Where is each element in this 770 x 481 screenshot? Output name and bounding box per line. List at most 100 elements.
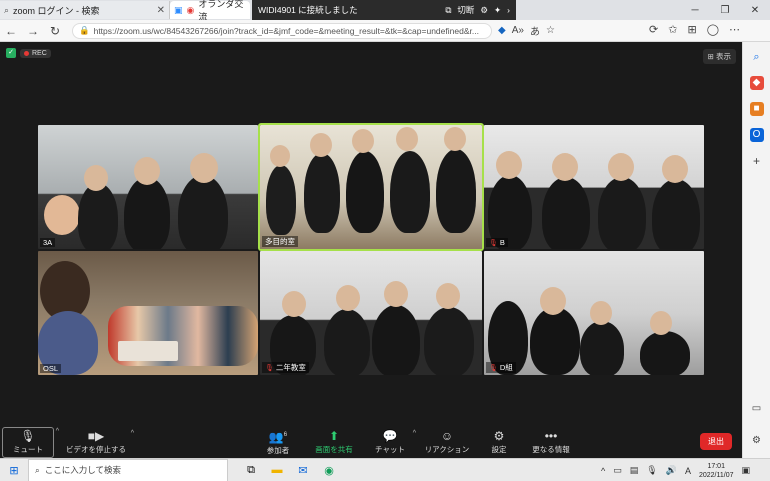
favorites-icon[interactable]: ✩ bbox=[668, 23, 677, 36]
participant-figure bbox=[124, 177, 170, 249]
refresh-extension-icon[interactable]: ⟳ bbox=[649, 23, 658, 36]
video-tile-active[interactable]: 多目的室 bbox=[258, 123, 484, 251]
microphone-icon[interactable]: 🎙 bbox=[646, 465, 657, 476]
tab-title: zoom ログイン - 検索 bbox=[13, 5, 100, 16]
participant-figure bbox=[542, 177, 590, 249]
mail-icon[interactable]: ✉ bbox=[290, 464, 316, 477]
cast-status: WIDI4901 に接続しました bbox=[258, 5, 358, 15]
volume-icon[interactable]: 🔊 bbox=[666, 465, 677, 476]
participant-figure bbox=[78, 183, 118, 249]
chevron-up-icon[interactable]: ^ bbox=[601, 466, 605, 476]
chevron-right-icon[interactable]: › bbox=[507, 5, 510, 15]
edge-browser-icon[interactable]: ◉ bbox=[316, 464, 342, 477]
microphone-icon: 🎙 bbox=[20, 428, 36, 443]
settings-button[interactable]: ⚙ 設定 bbox=[484, 430, 514, 455]
edge-sidebar: ⌕ ◆ ■ O + ▭ ⚙ bbox=[742, 42, 770, 458]
notification-icon[interactable]: ▣ bbox=[741, 465, 750, 476]
participant-face bbox=[336, 285, 360, 311]
close-window-button[interactable]: ✕ bbox=[740, 5, 770, 16]
collections-icon[interactable]: ⊞ bbox=[687, 23, 696, 36]
gear-icon[interactable]: ⚙ bbox=[480, 5, 488, 16]
ime-indicator[interactable]: A bbox=[685, 466, 691, 476]
cast-icon: ⧉ bbox=[445, 4, 452, 15]
participant-face bbox=[444, 127, 466, 151]
grid-icon: ⊞ bbox=[707, 52, 714, 61]
table bbox=[118, 341, 178, 361]
view-label: 表示 bbox=[716, 52, 731, 61]
chevron-up-icon[interactable]: ^ bbox=[56, 428, 59, 435]
leave-button[interactable]: 退出 bbox=[700, 433, 732, 450]
file-explorer-icon[interactable]: ▬ bbox=[264, 464, 290, 476]
stop-video-button[interactable]: ■▶ ビデオを停止する ^ bbox=[64, 430, 134, 455]
participant-figure bbox=[372, 305, 420, 375]
chevron-up-icon[interactable]: ^ bbox=[131, 430, 134, 437]
participants-button[interactable]: 👥6 参加者 bbox=[258, 429, 298, 456]
video-tile[interactable]: 🎙 二年教室 bbox=[260, 251, 482, 375]
tile-label: 3A bbox=[40, 238, 56, 247]
back-button[interactable]: ← bbox=[0, 24, 22, 38]
address-bar[interactable]: 🔒 https://zoom.us/wc/84543267266/join?tr… bbox=[72, 22, 492, 39]
disconnect-button[interactable]: 切断 bbox=[457, 4, 474, 16]
participant-figure bbox=[640, 331, 690, 375]
outlook-icon[interactable]: O bbox=[749, 128, 764, 142]
battery-icon[interactable]: ▭ bbox=[613, 465, 622, 476]
sidebar-toggle-icon[interactable]: ▭ bbox=[750, 402, 764, 416]
more-button[interactable]: ••• 更なる情報 bbox=[528, 430, 574, 455]
tab-meeting[interactable]: ▣ ◉ オランダ交流 bbox=[170, 0, 250, 22]
meeting-controls: 🎙 ミュート ^ ■▶ ビデオを停止する ^ 👥6 参加者 ⬆ 画面を共有 💬 … bbox=[0, 426, 742, 458]
participant-face bbox=[384, 281, 408, 307]
search-icon[interactable]: ⌕ bbox=[750, 50, 764, 64]
favorite-icon[interactable]: ☆ bbox=[546, 25, 555, 36]
video-tile[interactable]: 🎙 B bbox=[484, 125, 704, 249]
add-icon[interactable]: + bbox=[750, 154, 764, 168]
extension-icon[interactable]: ◆ bbox=[498, 25, 506, 36]
taskbar-search[interactable]: ⌕ ここに入力して検索 bbox=[28, 458, 228, 481]
participant-figure bbox=[178, 175, 228, 249]
search-placeholder: ここに入力して検索 bbox=[44, 465, 122, 475]
maximize-button[interactable]: ❐ bbox=[710, 5, 740, 16]
tab-search[interactable]: ⌕ zoom ログイン - 検索 ✕ bbox=[0, 1, 170, 19]
translate-icon[interactable]: あ bbox=[530, 23, 540, 38]
participant-face bbox=[190, 153, 218, 183]
reaction-button[interactable]: ☺ リアクション bbox=[424, 430, 470, 455]
video-tile[interactable]: 🎙 D組 bbox=[484, 251, 704, 375]
forward-button[interactable]: → bbox=[22, 24, 44, 38]
participant-figure bbox=[580, 321, 624, 375]
video-tile[interactable]: 3A bbox=[38, 125, 258, 249]
task-view-icon[interactable]: ⧉ bbox=[238, 464, 264, 477]
settings-icon[interactable]: ⚙ bbox=[750, 434, 764, 448]
rec-label: REC bbox=[32, 49, 47, 57]
read-aloud-icon[interactable]: A» bbox=[512, 25, 524, 36]
record-dot-icon bbox=[24, 50, 29, 56]
clock[interactable]: 17:01 2022/11/07 bbox=[699, 462, 734, 480]
search-icon: ⌕ bbox=[4, 4, 10, 15]
participant-figure bbox=[390, 151, 430, 233]
participant-face bbox=[552, 153, 578, 181]
view-button[interactable]: ⊞ 表示 bbox=[702, 49, 736, 64]
profile-avatar[interactable]: ◯ bbox=[707, 23, 719, 36]
participant-figure bbox=[436, 149, 476, 233]
rec-badge[interactable]: REC bbox=[20, 48, 51, 58]
search-icon: ⌕ bbox=[35, 464, 40, 475]
mute-button[interactable]: 🎙 ミュート ^ bbox=[2, 426, 59, 458]
browser-toolbar: ← → ↻ 🔒 https://zoom.us/wc/84543267266/j… bbox=[0, 20, 770, 42]
reload-button[interactable]: ↻ bbox=[44, 24, 66, 38]
network-icon[interactable]: ▤ bbox=[630, 465, 639, 476]
window-controls: ─ ❐ ✕ bbox=[680, 0, 770, 20]
minimize-button[interactable]: ─ bbox=[680, 5, 710, 16]
share-screen-button[interactable]: ⬆ 画面を共有 bbox=[312, 430, 356, 455]
office-icon[interactable]: ■ bbox=[749, 102, 764, 116]
windows-start-icon[interactable]: ⊞ bbox=[0, 464, 28, 477]
chat-button[interactable]: 💬 チャット ^ bbox=[370, 430, 416, 455]
shopping-icon[interactable]: ◆ bbox=[749, 76, 764, 90]
video-tile[interactable]: OSL bbox=[38, 251, 258, 375]
pin-icon[interactable]: ✦ bbox=[494, 5, 501, 16]
close-icon[interactable]: ✕ bbox=[157, 5, 165, 16]
participant-face bbox=[650, 311, 672, 335]
menu-icon[interactable]: ⋯ bbox=[729, 23, 740, 36]
toolbar-right: ⟳ ✩ ⊞ ◯ ⋯ bbox=[649, 23, 740, 36]
participant-figure bbox=[652, 179, 700, 249]
chevron-up-icon[interactable]: ^ bbox=[413, 430, 416, 437]
more-icon: ••• bbox=[544, 428, 558, 443]
participant-figure bbox=[324, 309, 370, 375]
